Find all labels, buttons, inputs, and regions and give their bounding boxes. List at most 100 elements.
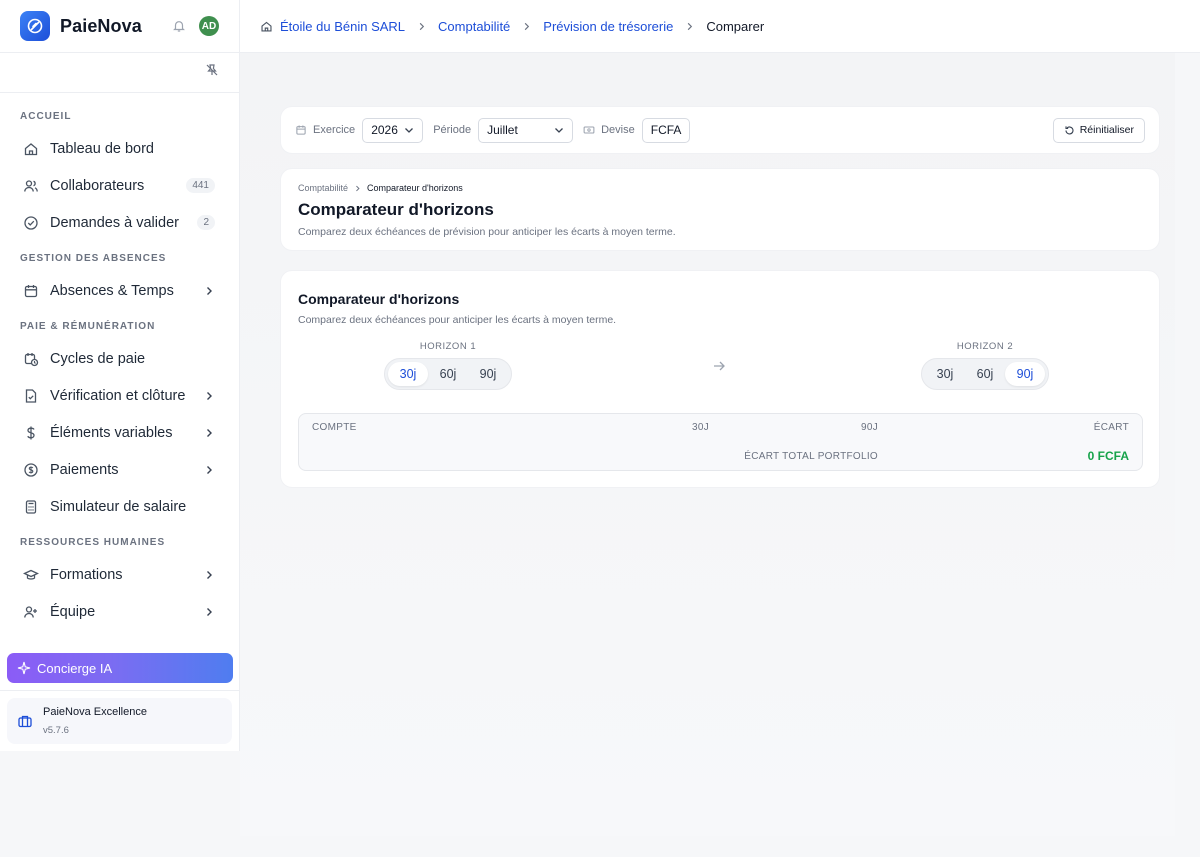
- sidebar-item-label: Tableau de bord: [50, 140, 154, 157]
- page-header-card: Comptabilité Comparateur d'horizons Comp…: [280, 168, 1160, 251]
- horizon-2-option-30j[interactable]: 30j: [925, 362, 965, 386]
- chevron-right-icon: [203, 390, 215, 402]
- horizon-2-option-60j[interactable]: 60j: [965, 362, 1005, 386]
- sidebar-item-label: Équipe: [50, 603, 96, 620]
- chevron-right-icon: [685, 22, 694, 31]
- calendar-icon: [295, 124, 307, 136]
- app-logo[interactable]: [20, 11, 50, 41]
- sidebar-item-label: Formations: [50, 566, 123, 583]
- user-plus-icon: [22, 603, 40, 621]
- sidebar: PaieNova AD ACCUEIL Tableau de bord Coll…: [0, 0, 240, 751]
- horizon-2-option-90j[interactable]: 90j: [1005, 362, 1045, 386]
- total-ecart-value: 0 FCFA: [1087, 449, 1129, 463]
- horizon-1-label: HORIZON 1: [419, 341, 477, 352]
- sidebar-item-elements-variables[interactable]: Éléments variables: [0, 414, 239, 451]
- home-icon[interactable]: [260, 20, 273, 33]
- column-header-30j: 30J: [691, 422, 709, 433]
- sidebar-item-label: Demandes à valider: [50, 214, 179, 231]
- file-check-icon: [22, 387, 40, 405]
- sidebar-item-tableau-de-bord[interactable]: Tableau de bord: [0, 130, 239, 167]
- page-breadcrumb-current: Comparateur d'horizons: [367, 183, 463, 193]
- refresh-icon: [1064, 125, 1075, 136]
- page-breadcrumb: Comptabilité Comparateur d'horizons: [298, 183, 1142, 193]
- nav-section-title: PAIE & RÉMUNÉRATION: [20, 321, 156, 332]
- reset-button[interactable]: Réinitialiser: [1052, 117, 1145, 143]
- column-header-90j: 90J: [860, 422, 878, 433]
- topbar: Étoile du Bénin SARL Comptabilité Prévis…: [240, 0, 1200, 53]
- calendar-icon: [22, 282, 40, 300]
- plan-card[interactable]: PaieNova Excellence v5.7.6: [7, 698, 232, 744]
- dollar-icon: [22, 424, 40, 442]
- sidebar-nav: ACCUEIL Tableau de bord Collaborateurs 4…: [0, 93, 239, 649]
- sparkles-icon: [17, 661, 31, 675]
- periode-value: Juillet: [487, 123, 518, 137]
- sidebar-item-label: Absences & Temps: [50, 282, 174, 299]
- periode-filter-label: Période: [433, 124, 471, 136]
- sidebar-item-label: Éléments variables: [50, 424, 173, 441]
- sidebar-item-simulateur-de-salaire[interactable]: Simulateur de salaire: [0, 488, 239, 525]
- count-badge: 2: [197, 215, 215, 230]
- sidebar-item-label: Vérification et clôture: [50, 387, 186, 404]
- exercice-filter-label: Exercice: [295, 124, 355, 136]
- page-breadcrumb-parent[interactable]: Comptabilité: [298, 183, 348, 193]
- breadcrumb-comptabilite[interactable]: Comptabilité: [438, 19, 510, 34]
- exercice-select[interactable]: 2026: [362, 117, 424, 143]
- horizon-1-group: HORIZON 1 30j 60j 90j: [384, 341, 512, 390]
- chevron-right-icon: [354, 185, 361, 192]
- filter-bar: Exercice 2026 Période Juillet Devise FCF…: [280, 106, 1160, 154]
- nav-section-title: RESSOURCES HUMAINES: [20, 537, 166, 548]
- periode-select[interactable]: Juillet: [478, 117, 574, 143]
- sidebar-item-label: Collaborateurs: [50, 177, 145, 194]
- horizon-1-option-60j[interactable]: 60j: [428, 362, 468, 386]
- horizon-1-option-30j[interactable]: 30j: [388, 362, 428, 386]
- breadcrumb-current: Comparer: [706, 18, 765, 34]
- breadcrumb-prevision[interactable]: Prévision de trésorerie: [543, 19, 673, 34]
- sidebar-item-demandes-a-valider[interactable]: Demandes à valider 2: [0, 204, 239, 241]
- briefcase-icon: [17, 713, 33, 729]
- calculator-icon: [22, 498, 40, 516]
- horizon-1-option-90j[interactable]: 90j: [468, 362, 508, 386]
- breadcrumb-company[interactable]: Étoile du Bénin SARL: [280, 19, 405, 34]
- sidebar-item-equipe[interactable]: Équipe: [0, 593, 239, 630]
- brand-bar: PaieNova AD: [0, 0, 239, 53]
- bell-icon[interactable]: [169, 16, 189, 36]
- unpin-icon[interactable]: [205, 63, 219, 82]
- avatar[interactable]: AD: [199, 16, 219, 36]
- devise-select[interactable]: FCFA: [641, 117, 691, 143]
- plan-name: PaieNova Excellence: [43, 706, 147, 718]
- chevron-down-icon: [404, 125, 414, 135]
- devise-value: FCFA: [650, 123, 682, 137]
- chevron-right-icon: [203, 606, 215, 618]
- horizon-comparator-card: Comparateur d'horizons Comparez deux éch…: [280, 270, 1160, 488]
- sidebar-item-collaborateurs[interactable]: Collaborateurs 441: [0, 167, 239, 204]
- exercice-label: Exercice: [313, 124, 356, 136]
- sidebar-item-verification-cloture[interactable]: Vérification et clôture: [0, 377, 239, 414]
- comparator-subtitle: Comparez deux échéances pour anticiper l…: [298, 314, 617, 326]
- sidebar-item-formations[interactable]: Formations: [0, 556, 239, 593]
- app-name: PaieNova: [60, 15, 142, 36]
- concierge-ia-button[interactable]: Concierge IA: [7, 653, 233, 683]
- users-icon: [22, 177, 40, 195]
- sidebar-item-absences-temps[interactable]: Absences & Temps: [0, 272, 239, 309]
- periode-label: Période: [433, 124, 472, 136]
- graduation-cap-icon: [22, 566, 40, 584]
- chevron-right-icon: [203, 464, 215, 476]
- sidebar-item-label: Simulateur de salaire: [50, 498, 187, 515]
- arrow-right-icon: [712, 359, 726, 373]
- sidebar-footer: PaieNova Excellence v5.7.6: [0, 690, 239, 751]
- home-icon: [22, 140, 40, 158]
- sidebar-item-label: Paiements: [50, 461, 119, 478]
- sidebar-item-paiements[interactable]: Paiements: [0, 451, 239, 488]
- sidebar-item-label: Cycles de paie: [50, 350, 146, 367]
- calendar-clock-icon: [22, 350, 40, 368]
- horizon-2-selector: 30j 60j 90j: [921, 358, 1049, 390]
- column-header-compte: COMPTE: [312, 422, 357, 433]
- horizon-2-label: HORIZON 2: [956, 341, 1014, 352]
- check-circle-icon: [22, 214, 40, 232]
- collapse-row: [0, 53, 239, 93]
- total-ecart-label: ÉCART TOTAL PORTFOLIO: [744, 451, 878, 462]
- concierge-label: Concierge IA: [37, 660, 113, 676]
- sidebar-item-cycles-de-paie[interactable]: Cycles de paie: [0, 340, 239, 377]
- horizon-2-group: HORIZON 2 30j 60j 90j: [921, 341, 1049, 390]
- horizon-1-selector: 30j 60j 90j: [384, 358, 512, 390]
